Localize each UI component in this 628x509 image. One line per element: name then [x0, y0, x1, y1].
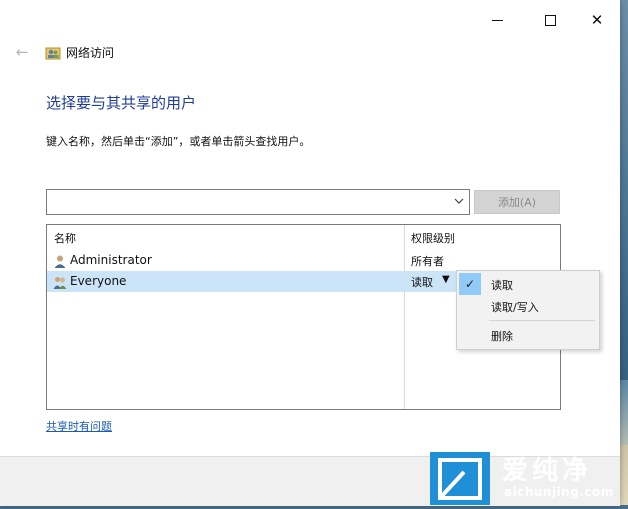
permission-menu: ✓ 读取 读取/写入 删除: [456, 270, 600, 350]
menu-item-label: 读取/写入: [491, 301, 539, 314]
watermark-logo: [430, 452, 490, 505]
maximize-icon: [544, 14, 556, 26]
sharing-help-link[interactable]: 共享时有问题: [46, 418, 112, 434]
permission-dropdown[interactable]: 读取 ▼: [404, 271, 456, 292]
group-icon: [53, 274, 67, 289]
close-button[interactable]: ✕: [574, 4, 620, 36]
watermark-brand: 爱纯净: [502, 456, 593, 486]
title-bar[interactable]: ✕: [0, 0, 620, 40]
menu-item-read-write[interactable]: 读取/写入: [457, 295, 599, 317]
dropdown-arrow-icon: ▼: [442, 274, 450, 285]
list-row-everyone[interactable]: Everyone: [47, 271, 404, 292]
back-arrow-icon: ←: [15, 43, 29, 61]
chevron-down-icon[interactable]: [453, 195, 465, 207]
row-name: Administrator: [70, 253, 152, 267]
menu-item-label: 读取: [491, 279, 513, 292]
checkmark-icon: ✓: [459, 273, 481, 295]
user-icon: [53, 253, 67, 268]
menu-item-label: 删除: [491, 330, 513, 343]
nav-row: ← 网络访问: [12, 40, 114, 64]
network-access-window: ✕ ← 网络访问 选择要与其共享的用户 键入名称，然后单击“添加”，或者单击箭头…: [0, 0, 620, 506]
close-icon: ✕: [590, 11, 604, 29]
menu-item-remove[interactable]: 删除: [457, 324, 599, 346]
menu-separator: [489, 320, 595, 321]
watermark-url: aichunjing.com: [504, 485, 614, 499]
row-permission: 所有者: [411, 255, 444, 268]
back-button[interactable]: ←: [12, 42, 32, 62]
maximize-button[interactable]: [527, 4, 573, 36]
column-header-name[interactable]: 名称: [54, 230, 76, 246]
minimize-icon: [491, 19, 503, 21]
column-header-permission[interactable]: 权限级别: [411, 230, 455, 246]
network-share-icon: [45, 44, 61, 60]
row-name: Everyone: [70, 274, 127, 288]
minimize-button[interactable]: [474, 4, 520, 36]
add-button[interactable]: 添加(A): [474, 190, 560, 214]
user-name-combobox[interactable]: [46, 189, 470, 215]
menu-item-read[interactable]: ✓ 读取: [457, 273, 599, 295]
watermark: 爱纯净 aichunjing.com: [430, 452, 628, 505]
list-row-administrator[interactable]: Administrator 所有者: [47, 250, 560, 271]
permission-dropdown-value: 读取: [411, 276, 433, 289]
window-title: 网络访问: [66, 45, 115, 60]
instruction-text: 键入名称，然后单击“添加”，或者单击箭头查找用户。: [46, 135, 311, 148]
page-heading: 选择要与其共享的用户: [46, 94, 197, 112]
